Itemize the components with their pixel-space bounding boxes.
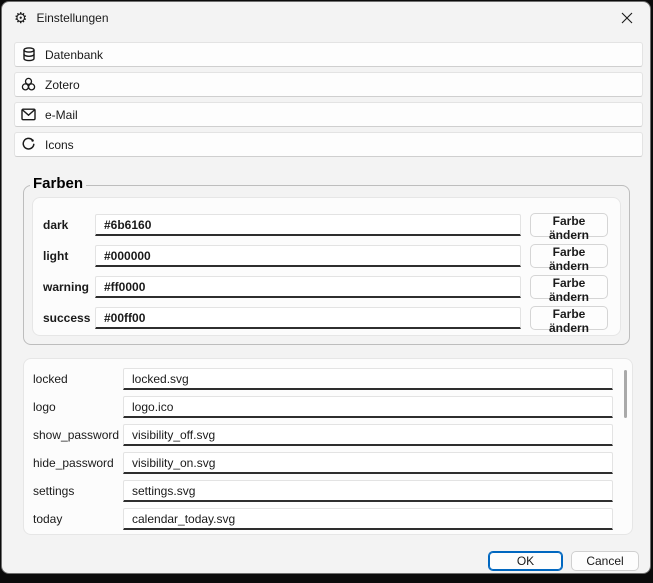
icon-file-input-logo[interactable] (123, 396, 613, 418)
cancel-button[interactable]: Cancel (571, 551, 639, 571)
color-row-light: light Farbe ändern (43, 245, 608, 267)
close-icon (621, 12, 633, 24)
icon-key-label: hide_password (33, 456, 123, 470)
color-input-dark[interactable] (95, 214, 521, 236)
section-header-email[interactable]: e-Mail (14, 102, 643, 127)
section-label: Datenbank (45, 48, 103, 62)
section-header-icons[interactable]: Icons (14, 132, 643, 157)
farben-legend: Farben (30, 175, 86, 192)
color-label: success (43, 311, 95, 325)
icon-file-input-settings[interactable] (123, 480, 613, 502)
section-label: Icons (45, 138, 74, 152)
icon-file-input-today[interactable] (123, 508, 613, 530)
database-icon (21, 47, 36, 62)
gear-icon: ⚙ (14, 11, 27, 26)
ok-button[interactable]: OK (488, 551, 563, 571)
color-input-warning[interactable] (95, 276, 521, 298)
vertical-scrollbar[interactable] (624, 370, 627, 418)
mail-icon (21, 107, 36, 122)
icons-list-panel: locked logo show_password hide_password … (23, 358, 633, 535)
change-color-button[interactable]: Farbe ändern (530, 213, 608, 237)
icon-key-label: locked (33, 372, 123, 386)
color-row-warning: warning Farbe ändern (43, 276, 608, 298)
settings-dialog: ⚙ Einstellungen Datenbank Zotero (1, 1, 651, 574)
farben-groupbox: Farben dark Farbe ändern light Farbe änd… (23, 185, 630, 345)
icon-key-label: settings (33, 484, 123, 498)
section-label: Zotero (45, 78, 80, 92)
change-color-button[interactable]: Farbe ändern (530, 306, 608, 330)
icon-row-hide-password: hide_password (33, 452, 632, 474)
color-input-success[interactable] (95, 307, 521, 329)
section-label: e-Mail (45, 108, 78, 122)
color-row-success: success Farbe ändern (43, 307, 608, 329)
icon-key-label: logo (33, 400, 123, 414)
titlebar: ⚙ Einstellungen (2, 2, 650, 34)
icon-row-today: today (33, 508, 632, 530)
icon-file-input-show-password[interactable] (123, 424, 613, 446)
color-label: warning (43, 280, 95, 294)
color-label: light (43, 249, 95, 263)
color-label: dark (43, 218, 95, 232)
color-input-light[interactable] (95, 245, 521, 267)
color-row-dark: dark Farbe ändern (43, 214, 608, 236)
sync-icon (21, 137, 36, 152)
change-color-button[interactable]: Farbe ändern (530, 244, 608, 268)
window-title: Einstellungen (36, 11, 108, 25)
icon-row-locked: locked (33, 368, 632, 390)
icon-row-logo: logo (33, 396, 632, 418)
change-color-button[interactable]: Farbe ändern (530, 275, 608, 299)
icon-file-input-hide-password[interactable] (123, 452, 613, 474)
icon-row-settings: settings (33, 480, 632, 502)
icon-key-label: today (33, 512, 123, 526)
farben-panel: dark Farbe ändern light Farbe ändern war… (32, 197, 621, 336)
section-header-zotero[interactable]: Zotero (14, 72, 643, 97)
zotero-icon (21, 77, 36, 92)
icon-file-input-locked[interactable] (123, 368, 613, 390)
close-button[interactable] (604, 2, 650, 33)
icon-row-show-password: show_password (33, 424, 632, 446)
section-header-datenbank[interactable]: Datenbank (14, 42, 643, 67)
icon-key-label: show_password (33, 428, 123, 442)
